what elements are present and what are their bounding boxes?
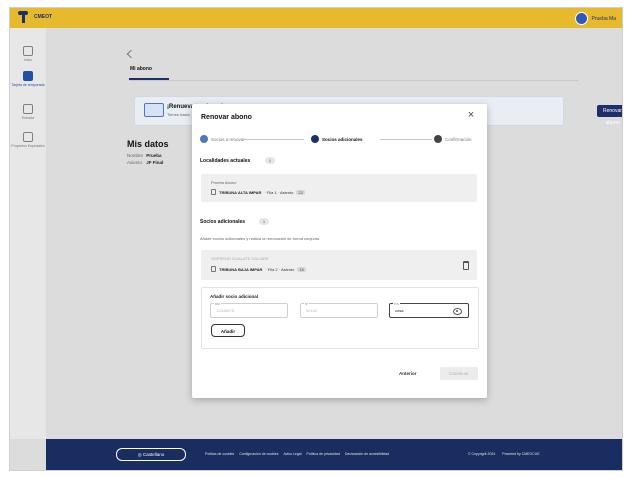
count-badge: 1	[265, 157, 275, 164]
my-data-row: Nombre Prueba	[127, 153, 162, 158]
footer: ◎ Castellano Política de cookies Configu…	[46, 439, 622, 470]
browser-frame: CMEOT Prueba Ma Inicio Tarjeta de tempor…	[9, 7, 623, 471]
sidebar-item-tarjeta[interactable]: Tarjeta de temporada	[10, 71, 46, 87]
modal-title: Renovar abono	[201, 114, 252, 121]
step-label: Confirmación	[445, 136, 472, 142]
seat-number: 22	[296, 189, 305, 195]
my-data-title: Mis datos	[127, 139, 169, 149]
step-label: Socios a renovar	[211, 136, 245, 142]
seat-icon	[211, 266, 216, 272]
brand-name: CMEOT	[34, 14, 53, 20]
sidebar-item-label: Tarjeta de temporada	[11, 83, 45, 87]
step-2: Socios adicionales	[311, 135, 363, 143]
stepper-line	[244, 138, 304, 140]
my-data-row: Asiento JF Final	[127, 160, 163, 165]
logo-icon	[18, 11, 28, 23]
home-icon	[23, 46, 33, 56]
step-3: Confirmación	[434, 135, 472, 143]
language-label: Castellano	[142, 452, 165, 457]
pin-field[interactable]: PIN cosa	[389, 302, 469, 318]
current-location-card: Prueba Abono TRIBUNA ALTA IMPAR · Fila 1…	[201, 174, 477, 202]
footer-copyright: © Copyright 2024 Powered by CMEOCUE	[468, 452, 540, 456]
user-name: Prueba Ma	[591, 15, 616, 22]
id-card-icon	[144, 103, 164, 117]
additional-members-title: Socios adicionales	[200, 219, 246, 225]
footer-link-cookies[interactable]: Política de cookies	[205, 452, 234, 456]
back-button[interactable]: Anterior	[399, 371, 417, 376]
user-menu[interactable]: Prueba Ma	[574, 12, 616, 25]
back-chevron-icon[interactable]	[126, 49, 136, 59]
location-seat: · Fila 1 · Asiento	[264, 189, 294, 195]
step-pending-icon	[434, 135, 442, 143]
add-member-button[interactable]: Añadir	[211, 324, 245, 337]
field-label: PIN	[393, 302, 401, 306]
member-name: SOPREND GUALATE GALIARE	[211, 256, 269, 261]
step-done-icon	[200, 135, 208, 143]
holder-name: Prueba Abono	[211, 180, 237, 185]
banner-subtitle: Tienes hasta	[167, 112, 190, 117]
renew-button[interactable]: Renovar abono	[597, 105, 622, 126]
powered-by-text: Powered by CMEOCUE	[502, 452, 540, 456]
divider	[129, 80, 579, 81]
field-value: cosa	[395, 308, 404, 313]
card-icon	[23, 71, 33, 81]
tab-mi-abono[interactable]: Mi abono	[130, 66, 152, 72]
brand-logo[interactable]: CMEOT	[18, 11, 52, 23]
my-data-value: Prueba	[146, 153, 162, 158]
current-locations-title: Localidades actuales	[200, 158, 251, 164]
step-current-icon	[311, 135, 319, 143]
my-data-label: Asiento	[127, 160, 143, 165]
avatar	[574, 12, 588, 25]
additional-hint: Añade socios adicionales y realiza la re…	[200, 236, 320, 241]
add-member-form: Añadir socio adicional DNI 12345678 Nº 0…	[201, 287, 479, 349]
seat-icon	[211, 189, 216, 195]
language-selector[interactable]: ◎ Castellano	[116, 448, 186, 461]
renew-modal: Renovar abono × Socios a renovar Socios …	[192, 104, 487, 398]
ticket-icon	[23, 104, 33, 114]
footer-link-cookie-settings[interactable]: Configuración de cookies	[239, 452, 278, 456]
sidebar-item-proyectos[interactable]: Proyectos Especiales	[10, 132, 46, 148]
footer-link-accessibility[interactable]: Declaración de accesibilidad	[345, 452, 389, 456]
footer-link-legal[interactable]: Aviso Legal	[284, 452, 302, 456]
location-code: TRIBUNA BAJA IMPAR	[219, 266, 263, 272]
sidebar-item-label: Inicio	[23, 58, 33, 62]
step-label: Socios adicionales	[322, 136, 363, 142]
count-badge: 1	[259, 218, 269, 225]
location-seat: · Fila 2 · Asiento	[265, 266, 295, 272]
stepper-line	[380, 138, 432, 140]
field-label: DNI	[214, 302, 222, 306]
field-value: 12345678	[216, 308, 234, 313]
sidebar-item-entrada[interactable]: Entrada	[10, 104, 46, 120]
field-value: 00130	[306, 308, 318, 313]
seat-number: 18	[297, 266, 306, 272]
location-line: TRIBUNA BAJA IMPAR · Fila 2 · Asiento 18	[211, 266, 306, 272]
additional-member-card: SOPREND GUALATE GALIARE TRIBUNA BAJA IMP…	[201, 250, 477, 280]
sidebar: Inicio Tarjeta de temporada Entrada Proy…	[10, 28, 46, 439]
location-code: TRIBUNA ALTA IMPAR	[219, 189, 262, 195]
sidebar-item-inicio[interactable]: Inicio	[10, 46, 46, 62]
step-1: Socios a renovar	[200, 135, 245, 143]
copyright-text: © Copyright 2024	[468, 452, 496, 456]
my-data-label: Nombre	[127, 153, 144, 158]
member-number-field[interactable]: Nº 00130	[300, 302, 378, 318]
sidebar-item-label: Proyectos Especiales	[11, 144, 45, 148]
dni-field[interactable]: DNI 12345678	[210, 302, 288, 318]
field-label: Nº	[304, 302, 310, 306]
footer-link-privacy[interactable]: Política de privacidad	[307, 452, 340, 456]
sidebar-item-label: Entrada	[21, 116, 35, 120]
location-line: TRIBUNA ALTA IMPAR · Fila 1 · Asiento 22	[211, 189, 305, 195]
my-data-value: JF Final	[146, 160, 164, 165]
top-bar: CMEOT Prueba Ma	[10, 8, 622, 28]
add-member-title: Añadir socio adicional	[210, 294, 259, 299]
star-icon	[23, 132, 33, 142]
close-icon[interactable]: ×	[466, 110, 476, 121]
continue-button[interactable]: Continuar	[440, 367, 478, 380]
footer-links: Política de cookies Configuración de coo…	[205, 452, 389, 456]
eye-icon[interactable]	[453, 308, 462, 315]
trash-icon[interactable]	[463, 261, 469, 270]
